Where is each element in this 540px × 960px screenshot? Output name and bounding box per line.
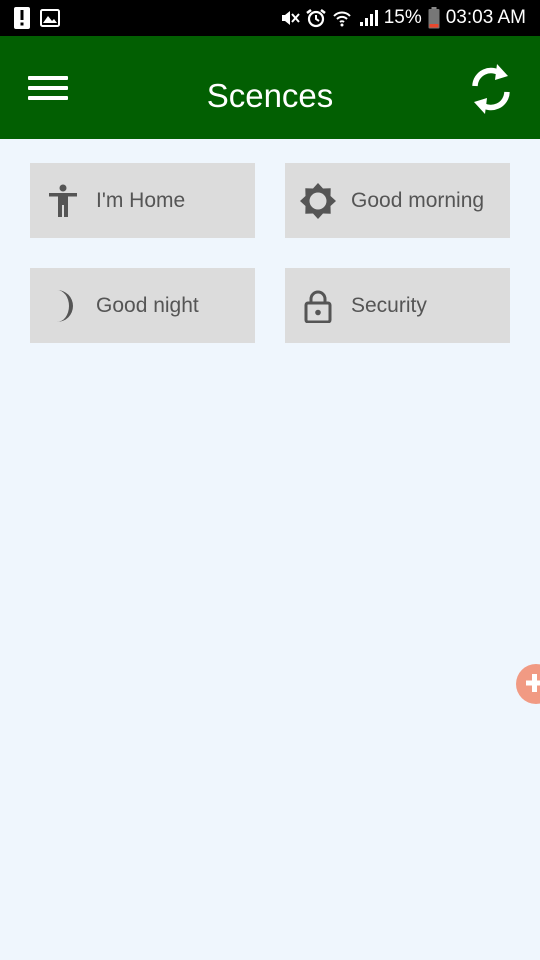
plus-icon (524, 672, 540, 699)
signal-icon (358, 9, 378, 27)
alarm-icon (305, 8, 326, 28)
image-icon (40, 9, 60, 27)
battery-percent: 15% (383, 7, 422, 28)
add-floating-button[interactable] (516, 664, 540, 704)
refresh-icon (466, 64, 516, 120)
status-left-icons (14, 0, 60, 36)
scene-tile-security[interactable]: Security (285, 268, 510, 343)
page-title: Scences (206, 77, 334, 114)
wifi-icon (332, 9, 352, 27)
scene-tile-good-night[interactable]: Good night (30, 268, 255, 343)
mute-vibrate-icon (280, 9, 300, 27)
status-time: 03:03 AM (445, 7, 526, 28)
status-bar: 15% 03:03 AM (0, 0, 540, 36)
person-icon (39, 177, 87, 225)
scene-label: Security (351, 293, 427, 317)
status-right-icons: 15% 03:03 AM (280, 0, 526, 36)
scene-label: Good morning (351, 188, 485, 212)
scene-label: Good night (96, 293, 199, 317)
scene-label: I'm Home (96, 188, 186, 212)
scene-tile-im-home[interactable]: I'm Home (30, 163, 255, 238)
scene-tile-good-morning[interactable]: Good morning (285, 163, 510, 238)
refresh-button[interactable] (466, 62, 516, 116)
sun-icon (294, 177, 342, 225)
moon-icon (39, 282, 87, 330)
alert-icon (14, 7, 30, 29)
lock-icon (294, 282, 342, 330)
app-bar: Scences (0, 36, 540, 139)
battery-icon (428, 7, 440, 29)
